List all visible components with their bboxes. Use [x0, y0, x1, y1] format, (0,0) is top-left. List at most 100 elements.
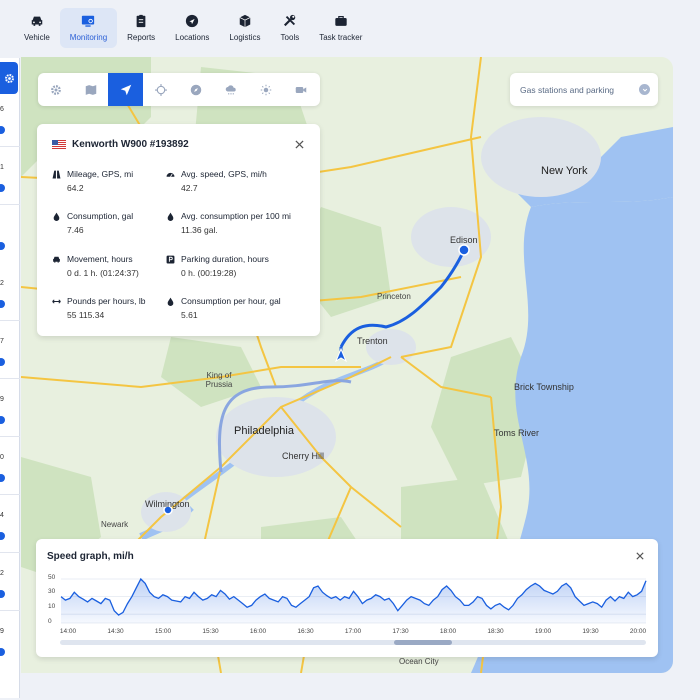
x-tick-label: 17:30: [392, 628, 409, 635]
settings-icon: [4, 73, 14, 83]
x-tick-label: 19:00: [534, 628, 552, 635]
us-flag-icon: [52, 140, 66, 149]
fuel-drop-icon: [167, 212, 174, 221]
chevron-down-icon: [639, 84, 650, 95]
nav-monitoring-label: Monitoring: [69, 33, 108, 42]
weight-arrows-icon: [52, 298, 61, 304]
y-tick-label: 30: [48, 588, 56, 595]
map-label-city: Edison: [450, 235, 478, 245]
x-tick-label: 16:00: [249, 628, 267, 635]
map-label-city: Cherry Hill: [282, 451, 325, 461]
monitor-icon: [82, 15, 95, 27]
settings-icon: [50, 84, 61, 95]
fuel-drop-icon: [53, 212, 60, 221]
route-endpoint-marker[interactable]: [458, 244, 470, 256]
tool-map[interactable]: [73, 73, 108, 106]
tool-camera[interactable]: [283, 73, 318, 106]
fuel-drop-icon: [167, 297, 174, 306]
status-dot: [0, 358, 5, 366]
tool-navigation[interactable]: [108, 73, 143, 106]
map-label-city: King of Prussia: [205, 371, 233, 389]
speedometer-icon: [166, 172, 175, 177]
status-dot: [0, 126, 5, 134]
map-label-city: Newark: [101, 520, 129, 529]
nav-task-tracker[interactable]: Task tracker: [309, 8, 372, 48]
compass-icon: [190, 84, 201, 95]
y-tick-label: 0: [48, 618, 52, 625]
vehicle-list-panel: 6 1 2 7 9 0 4 2 9: [0, 58, 20, 698]
graph-scrollbar[interactable]: [60, 640, 646, 645]
list-settings-button[interactable]: [0, 62, 18, 94]
x-tick-label: 20:00: [629, 628, 647, 635]
status-dot: [0, 532, 5, 540]
nav-task-tracker-label: Task tracker: [319, 33, 363, 42]
x-tick-label: 14:00: [59, 628, 77, 635]
status-dot: [0, 416, 5, 424]
map-label-city: Toms River: [494, 428, 540, 438]
y-tick-label: 10: [48, 603, 56, 610]
status-dot: [0, 300, 5, 308]
metric-avg-consumption: Avg. consumption per 100 mi 11.36 gal.: [166, 211, 316, 235]
tool-compass[interactable]: [178, 73, 213, 106]
tools-icon: [283, 14, 296, 27]
speed-graph-panel: Speed graph, mi/h 50 30 10 0 14:00 14:30 1…: [36, 539, 658, 657]
status-dot: [0, 184, 5, 192]
x-tick-label: 19:30: [582, 628, 599, 635]
nav-vehicle[interactable]: Vehicle: [14, 8, 60, 48]
box-icon: [239, 14, 251, 28]
navigation-arrow-icon: [120, 84, 131, 95]
map-label-city: Princeton: [377, 292, 411, 301]
metric-consumption-hour: Consumption per hour, gal 5.61: [166, 296, 316, 320]
graph-scrollbar-thumb[interactable]: [394, 640, 452, 645]
nav-reports[interactable]: Reports: [117, 8, 165, 48]
x-tick-label: 15:30: [202, 628, 219, 635]
poi-filter-label: Gas stations and parking: [520, 84, 615, 95]
map-label-city: Wilmington: [145, 499, 190, 509]
x-tick-label: 15:00: [154, 628, 172, 635]
location-arrow-icon: [186, 14, 199, 28]
map-label-city: Philadelphia: [234, 425, 294, 437]
metric-parking: Parking duration, hours 0 h. (00:19:28): [166, 254, 316, 278]
x-tick-label: 17:00: [344, 628, 362, 635]
nav-logistics[interactable]: Logistics: [219, 8, 270, 48]
x-tick-label: 14:30: [107, 628, 124, 635]
map-label-city: Ocean City: [399, 657, 439, 666]
x-tick-label: 16:30: [297, 628, 314, 635]
poi-filter-dropdown[interactable]: Gas stations and parking: [510, 73, 658, 106]
vehicle-name: Kenworth W900 #193892: [72, 139, 189, 150]
nav-reports-label: Reports: [127, 33, 156, 42]
tool-sun[interactable]: [248, 73, 283, 106]
clipboard-icon: [136, 14, 146, 28]
status-dot: [0, 648, 5, 656]
nav-tools[interactable]: Tools: [271, 8, 310, 48]
map-label-city: Trenton: [357, 336, 388, 346]
map-label-city: New York: [541, 165, 588, 177]
car-icon: [31, 16, 43, 26]
close-icon[interactable]: [295, 140, 304, 149]
weather-icon: [225, 84, 236, 94]
vehicle-header: Kenworth W900 #193892: [52, 139, 189, 150]
nav-locations[interactable]: Locations: [165, 8, 219, 48]
tool-weather[interactable]: [213, 73, 248, 106]
map-icon: [85, 84, 96, 95]
camera-icon: [295, 86, 306, 93]
top-navigation: Vehicle Monitoring Reports Locations Log…: [0, 0, 700, 56]
status-dot: [0, 242, 5, 250]
x-tick-label: 18:00: [439, 628, 457, 635]
crosshair-icon: [154, 83, 167, 96]
car-icon: [53, 256, 60, 263]
x-tick-label: 18:30: [487, 628, 504, 635]
tool-crosshair[interactable]: [143, 73, 178, 106]
nav-monitoring[interactable]: Monitoring: [59, 8, 118, 48]
parking-icon: [166, 255, 175, 263]
vehicle-info-panel: Kenworth W900 #193892 Mileage, GPS, mi 6…: [37, 124, 320, 336]
road-icon: [52, 170, 61, 178]
nav-vehicle-label: Vehicle: [24, 33, 50, 42]
nav-logistics-label: Logistics: [229, 33, 261, 42]
map-toolbar: [38, 73, 320, 106]
tool-settings[interactable]: [38, 73, 73, 106]
y-tick-label: 50: [48, 574, 56, 581]
status-dot: [0, 474, 5, 482]
status-dot: [0, 590, 5, 598]
nav-locations-label: Locations: [175, 33, 210, 42]
